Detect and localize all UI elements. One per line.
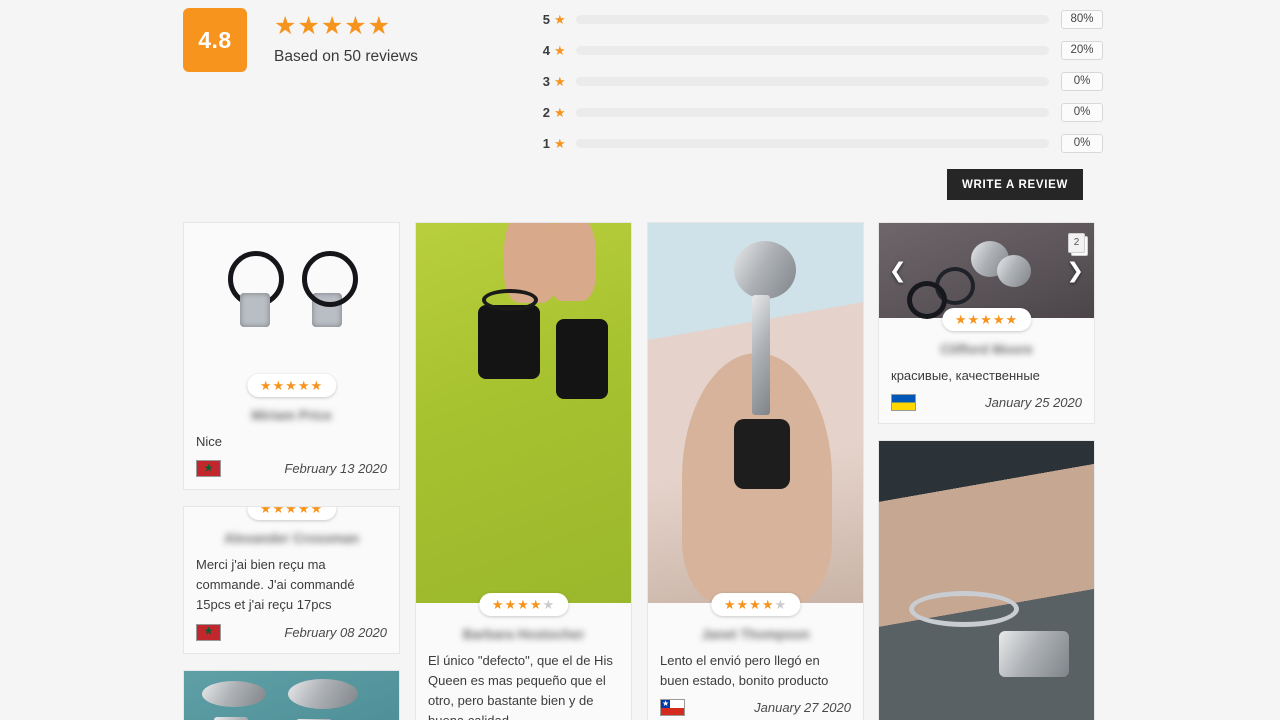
flag-chile-icon: ★ bbox=[660, 699, 685, 717]
review-rating-badge: ★★★★★ bbox=[246, 506, 337, 521]
star-icon: ★ bbox=[554, 104, 566, 120]
review-photo bbox=[184, 670, 399, 720]
stars-filled: ★★★★ bbox=[723, 597, 775, 612]
review-text: красивые, качественные bbox=[891, 368, 1040, 383]
review-photo-container[interactable] bbox=[184, 670, 399, 720]
stars-empty: ★ bbox=[542, 597, 556, 612]
reviews-column-4: ❮ ❯ 2 ★★★★★ Clifford Moore красивые, кач… bbox=[878, 222, 1095, 720]
carousel-next-icon[interactable]: ❯ bbox=[1062, 258, 1088, 283]
rating-distribution: 5 ★ 80% 4 ★ 20% 3 ★ 0% 2 ★ 0% 1 ★ 0% bbox=[538, 8, 1103, 163]
carousel-prev-icon[interactable]: ❮ bbox=[885, 258, 911, 283]
rating-bar-track bbox=[575, 107, 1049, 117]
rating-bar-track bbox=[575, 138, 1049, 148]
reviewer-name: Alexander Crossman bbox=[223, 531, 360, 547]
reviews-column-2: ★★★★★ Barbara Hostocher El único "defect… bbox=[415, 222, 632, 720]
review-rating-badge: ★★★★★ bbox=[246, 374, 337, 397]
review-photo-container[interactable] bbox=[879, 441, 1094, 720]
review-count-label: Based on 50 reviews bbox=[274, 48, 418, 65]
rating-bar-level: 3 bbox=[542, 73, 550, 89]
review-photo-container[interactable]: ★★★★★ bbox=[184, 223, 399, 397]
review-photo-container[interactable]: ★★★★★ bbox=[648, 223, 863, 616]
rating-bar-percent: 0% bbox=[1061, 71, 1103, 91]
stars-filled: ★★★★★ bbox=[259, 506, 324, 517]
rating-bar-track bbox=[575, 76, 1049, 86]
reviewer-name: Clifford Moore bbox=[940, 342, 1033, 357]
rating-bar-percent: 80% bbox=[1061, 9, 1103, 29]
reviews-column-1: ★★★★★ Miriam Price Nice February 13 2020 bbox=[183, 222, 400, 720]
rating-bar-percent: 0% bbox=[1061, 133, 1103, 153]
review-photo bbox=[416, 222, 631, 603]
review-text: El único "defecto", que el de His Queen … bbox=[428, 653, 613, 720]
reviewer-name: Janet Thompson bbox=[701, 627, 810, 642]
rating-bar-level: 2 bbox=[542, 104, 550, 120]
review-text: Lento el envió pero llegó en buen estado… bbox=[660, 653, 829, 689]
rating-bar-level: 5 bbox=[542, 11, 550, 27]
review-photo bbox=[879, 441, 1094, 720]
review-date: February 13 2020 bbox=[284, 461, 387, 477]
review-rating-badge: ★★★★★ bbox=[941, 308, 1032, 331]
average-stars: ★★★★★ bbox=[274, 12, 392, 40]
star-icon: ★ bbox=[554, 11, 566, 27]
review-text: Merci j'ai bien reçu ma commande. J'ai c… bbox=[196, 557, 355, 613]
rating-bar-row-2[interactable]: 2 ★ 0% bbox=[538, 101, 1103, 123]
write-a-review-button[interactable]: WRITE A REVIEW bbox=[947, 169, 1083, 200]
reviewer-name: Miriam Price bbox=[251, 408, 332, 423]
photo-count-badge: 2 bbox=[1068, 233, 1085, 253]
average-score-badge: 4.8 bbox=[183, 8, 247, 72]
rating-bar-level: 4 bbox=[542, 42, 550, 58]
review-date: February 08 2020 bbox=[284, 624, 387, 640]
review-card[interactable]: ★★★★★ Miriam Price Nice February 13 2020 bbox=[183, 222, 400, 491]
rating-bar-track bbox=[575, 45, 1049, 55]
rating-bar-percent: 20% bbox=[1061, 40, 1103, 60]
review-photo-carousel[interactable]: ❮ ❯ 2 ★★★★★ bbox=[879, 223, 1094, 331]
review-rating-badge: ★★★★★ bbox=[478, 593, 569, 616]
average-rating-block: 4.8 ★★★★★ Based on 50 reviews bbox=[183, 8, 418, 72]
review-card[interactable]: ★★★★★ Janet Thompson Lento el envió pero… bbox=[647, 222, 864, 720]
stars-filled: ★★★★★ bbox=[259, 378, 324, 393]
review-photo bbox=[648, 223, 863, 603]
stars-filled: ★★★★★ bbox=[954, 312, 1019, 327]
star-icon: ★ bbox=[554, 135, 566, 151]
rating-bar-row-5[interactable]: 5 ★ 80% bbox=[538, 8, 1103, 30]
reviews-grid: ★★★★★ Miriam Price Nice February 13 2020 bbox=[183, 222, 1103, 720]
flag-morocco-icon bbox=[196, 460, 221, 478]
rating-bar-row-4[interactable]: 4 ★ 20% bbox=[538, 39, 1103, 61]
review-card[interactable] bbox=[878, 440, 1095, 720]
rating-bar-track bbox=[575, 14, 1049, 24]
stars-empty: ★ bbox=[774, 597, 788, 612]
rating-summary: 4.8 ★★★★★ Based on 50 reviews 5 ★ 80% 4 … bbox=[183, 0, 1103, 160]
review-card[interactable]: ★★★★★ Alexander Crossman Merci j'ai bien… bbox=[183, 506, 400, 654]
rating-bar-row-3[interactable]: 3 ★ 0% bbox=[538, 70, 1103, 92]
stars-filled: ★★★★ bbox=[491, 597, 543, 612]
rating-bar-percent: 0% bbox=[1061, 102, 1103, 122]
star-icon: ★ bbox=[554, 73, 566, 89]
review-date: January 25 2020 bbox=[985, 395, 1082, 411]
reviewer-name: Barbara Hostocher bbox=[462, 627, 585, 642]
rating-bar-row-1[interactable]: 1 ★ 0% bbox=[538, 132, 1103, 154]
flag-morocco-icon bbox=[196, 623, 221, 641]
review-widget: 4.8 ★★★★★ Based on 50 reviews 5 ★ 80% 4 … bbox=[0, 0, 1280, 720]
reviews-column-3: ★★★★★ Janet Thompson Lento el envió pero… bbox=[647, 222, 864, 720]
review-card[interactable]: ★★★★★ Barbara Hostocher El único "defect… bbox=[415, 222, 632, 720]
review-rating-badge: ★★★★★ bbox=[710, 593, 801, 616]
flag-ukraine-icon bbox=[891, 394, 916, 412]
review-photo-container[interactable]: ★★★★★ bbox=[416, 222, 631, 616]
review-date: January 27 2020 bbox=[754, 700, 851, 716]
rating-bar-level: 1 bbox=[542, 135, 550, 151]
review-text: Nice bbox=[196, 434, 223, 449]
review-card[interactable] bbox=[183, 669, 400, 720]
review-card[interactable]: ❮ ❯ 2 ★★★★★ Clifford Moore красивые, кач… bbox=[878, 222, 1095, 425]
star-icon: ★ bbox=[554, 42, 566, 58]
review-photo bbox=[184, 223, 399, 384]
